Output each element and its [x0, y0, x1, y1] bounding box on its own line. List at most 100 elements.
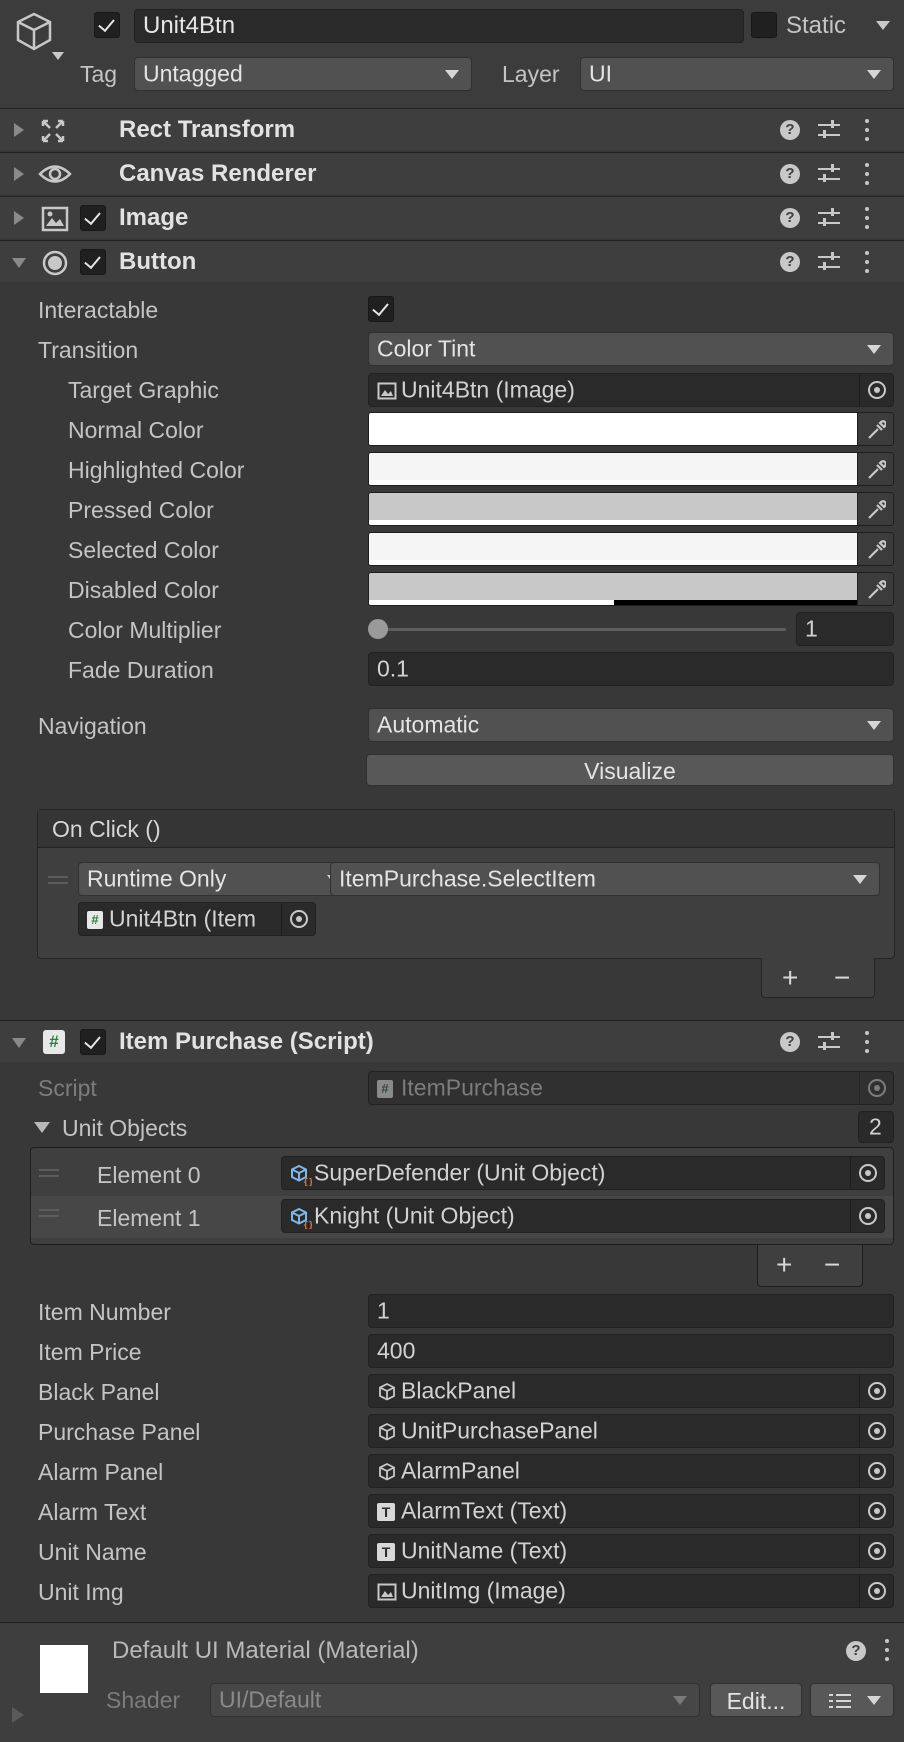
- navigation-dropdown[interactable]: Automatic: [368, 708, 894, 742]
- help-icon[interactable]: ?: [780, 207, 800, 228]
- object-picker-icon[interactable]: [859, 1535, 893, 1567]
- edit-shader-button[interactable]: Edit...: [710, 1683, 802, 1717]
- pressed-color-field[interactable]: [368, 492, 894, 526]
- object-picker-icon[interactable]: [850, 1200, 884, 1232]
- drag-handle-icon[interactable]: [39, 1169, 59, 1177]
- add-element-button[interactable]: +: [776, 1251, 792, 1279]
- alarm-text-field[interactable]: T AlarmText (Text): [368, 1494, 894, 1528]
- component-header-button[interactable]: Button ?: [0, 240, 904, 282]
- element-field[interactable]: {} Knight (Unit Object): [281, 1199, 885, 1233]
- static-checkbox[interactable]: [751, 12, 777, 38]
- foldout-arrow-icon[interactable]: [12, 1037, 26, 1048]
- object-picker-icon[interactable]: [281, 903, 315, 935]
- drag-handle-icon[interactable]: [39, 1209, 59, 1217]
- interactable-checkbox[interactable]: [368, 296, 394, 322]
- alarm-panel-field[interactable]: AlarmPanel: [368, 1454, 894, 1488]
- fade-duration-field[interactable]: 0.1: [368, 652, 894, 686]
- eyedropper-icon[interactable]: [857, 453, 893, 485]
- component-header-canvas-renderer[interactable]: Canvas Renderer ?: [0, 152, 904, 194]
- unit-name-field[interactable]: T UnitName (Text): [368, 1534, 894, 1568]
- transition-dropdown[interactable]: Color Tint: [368, 332, 894, 366]
- element-field[interactable]: {} SuperDefender (Unit Object): [281, 1156, 885, 1190]
- presets-icon[interactable]: [818, 251, 840, 272]
- object-picker-icon[interactable]: [859, 1375, 893, 1407]
- more-options-icon[interactable]: [864, 1030, 870, 1053]
- tag-dropdown[interactable]: Untagged: [134, 57, 472, 91]
- help-icon[interactable]: ?: [780, 1031, 800, 1052]
- alpha-bar: [369, 560, 859, 565]
- item-price-field[interactable]: 400: [368, 1334, 894, 1368]
- foldout-arrow-icon[interactable]: [14, 210, 24, 225]
- black-panel-field[interactable]: BlackPanel: [368, 1374, 894, 1408]
- add-listener-button[interactable]: +: [782, 964, 798, 992]
- help-icon[interactable]: ?: [780, 251, 800, 272]
- more-options-icon[interactable]: [864, 118, 870, 141]
- normal-color-field[interactable]: [368, 412, 894, 446]
- object-picker-icon[interactable]: [859, 1575, 893, 1607]
- object-picker-icon[interactable]: [859, 374, 893, 406]
- runtime-dropdown[interactable]: Runtime Only: [78, 862, 354, 896]
- color-multiplier-field[interactable]: 1: [796, 612, 894, 646]
- layer-dropdown[interactable]: UI: [580, 57, 894, 91]
- shader-options-button[interactable]: [810, 1683, 894, 1717]
- target-graphic-field[interactable]: Unit4Btn (Image): [368, 373, 894, 407]
- highlighted-color-field[interactable]: [368, 452, 894, 486]
- component-header-image[interactable]: Image ?: [0, 196, 904, 238]
- foldout-arrow-icon[interactable]: [12, 257, 26, 268]
- normal-color-label: Normal Color: [68, 417, 204, 443]
- element-label: Element 1: [97, 1205, 201, 1231]
- object-picker-icon[interactable]: [859, 1415, 893, 1447]
- more-options-icon[interactable]: [864, 206, 870, 229]
- help-icon[interactable]: ?: [846, 1641, 866, 1661]
- icon-dropdown-arrow[interactable]: [52, 52, 64, 60]
- active-checkbox[interactable]: [94, 12, 120, 38]
- foldout-arrow-icon[interactable]: [12, 1707, 24, 1723]
- header-actions: ?: [780, 162, 890, 186]
- component-header-rect-transform[interactable]: Rect Transform ?: [0, 108, 904, 150]
- static-dropdown-arrow[interactable]: [876, 21, 890, 30]
- remove-listener-button[interactable]: −: [834, 964, 850, 992]
- button-enabled-checkbox[interactable]: [80, 249, 106, 275]
- purchase-panel-field[interactable]: UnitPurchasePanel: [368, 1414, 894, 1448]
- unit-objects-count-field[interactable]: 2: [858, 1111, 894, 1143]
- pressed-color-label: Pressed Color: [68, 497, 214, 523]
- help-icon[interactable]: ?: [780, 163, 800, 184]
- list-item[interactable]: Element 1 {} Knight (Unit Object): [31, 1196, 893, 1238]
- alarm-panel-value: AlarmPanel: [401, 1457, 520, 1484]
- target-object-field[interactable]: # Unit4Btn (Item: [78, 902, 316, 936]
- unit-img-field[interactable]: UnitImg (Image): [368, 1574, 894, 1608]
- foldout-arrow-icon[interactable]: [14, 122, 24, 137]
- eyedropper-icon[interactable]: [857, 573, 893, 605]
- remove-element-button[interactable]: −: [824, 1251, 840, 1279]
- help-icon[interactable]: ?: [780, 119, 800, 140]
- presets-icon[interactable]: [818, 163, 840, 184]
- eyedropper-icon[interactable]: [857, 413, 893, 445]
- object-picker-icon[interactable]: [850, 1157, 884, 1189]
- color-multiplier-slider-thumb[interactable]: [368, 619, 388, 639]
- color-multiplier-slider-track[interactable]: [378, 628, 786, 631]
- component-header-item-purchase[interactable]: # Item Purchase (Script) ?: [0, 1020, 904, 1062]
- foldout-arrow-icon[interactable]: [14, 166, 24, 181]
- item-number-field[interactable]: 1: [368, 1294, 894, 1328]
- unit-img-label: Unit Img: [38, 1579, 124, 1605]
- more-options-icon[interactable]: [864, 250, 870, 273]
- presets-icon[interactable]: [818, 207, 840, 228]
- object-name-field[interactable]: Unit4Btn: [134, 9, 744, 43]
- function-dropdown[interactable]: ItemPurchase.SelectItem: [330, 862, 880, 896]
- presets-icon[interactable]: [818, 1031, 840, 1052]
- image-enabled-checkbox[interactable]: [80, 205, 106, 231]
- eyedropper-icon[interactable]: [857, 533, 893, 565]
- selected-color-field[interactable]: [368, 532, 894, 566]
- more-options-icon[interactable]: [884, 1639, 890, 1661]
- object-picker-icon[interactable]: [859, 1455, 893, 1487]
- disabled-color-field[interactable]: [368, 572, 894, 606]
- foldout-arrow-icon[interactable]: [34, 1122, 50, 1133]
- more-options-icon[interactable]: [864, 162, 870, 185]
- drag-handle-icon[interactable]: [48, 876, 68, 884]
- eyedropper-icon[interactable]: [857, 493, 893, 525]
- list-item[interactable]: Element 0 {} SuperDefender (Unit Object): [31, 1152, 893, 1194]
- item-purchase-enabled-checkbox[interactable]: [80, 1029, 106, 1055]
- object-picker-icon[interactable]: [859, 1495, 893, 1527]
- presets-icon[interactable]: [818, 119, 840, 140]
- visualize-button[interactable]: Visualize: [366, 754, 894, 786]
